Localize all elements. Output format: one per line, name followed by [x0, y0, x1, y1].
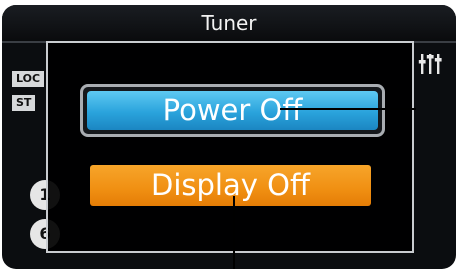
st-badge[interactable]: ST	[12, 95, 36, 111]
display-off-button[interactable]: Display Off	[90, 165, 371, 206]
tuner-screen: Tuner LOC ST 1 6 Power Off Display Off	[2, 5, 456, 269]
power-off-button[interactable]: Power Off	[87, 91, 378, 130]
loc-badge[interactable]: LOC	[12, 71, 45, 87]
screenshot-canvas: Tuner LOC ST 1 6 Power Off Display Off	[0, 0, 456, 269]
power-off-focus-frame: Power Off	[80, 84, 385, 137]
page-title: Tuner	[201, 11, 257, 35]
callout-line-display	[233, 196, 235, 269]
callout-line-power	[280, 108, 416, 110]
title-bar: Tuner	[2, 5, 456, 43]
power-popup: Power Off Display Off	[46, 41, 414, 253]
settings-sliders-icon[interactable]	[418, 51, 444, 77]
